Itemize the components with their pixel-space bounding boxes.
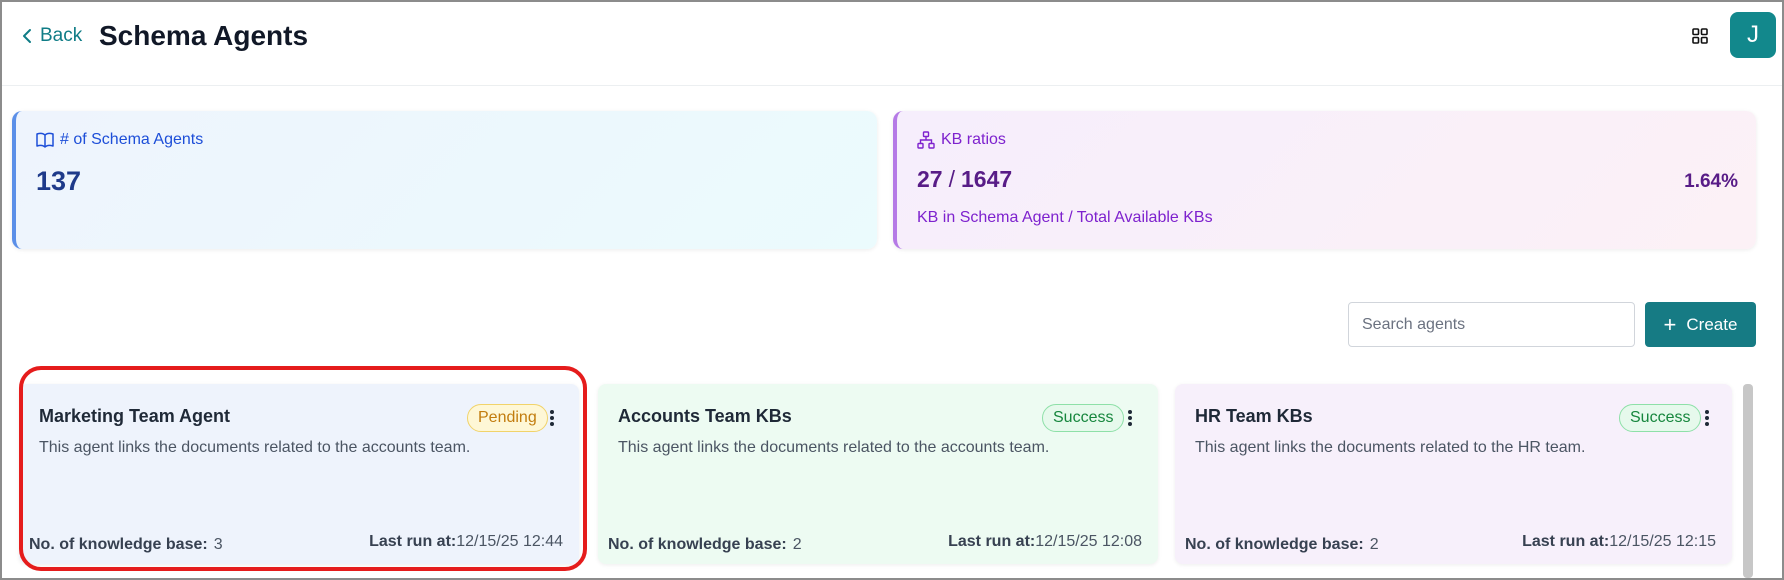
kebab-icon[interactable] [548,410,556,428]
page-title: Schema Agents [99,20,309,51]
agent-title: Marketing Team Agent [39,406,231,426]
kb-count-label: No. of knowledge base: [1185,536,1364,553]
agent-description: This agent links the documents related t… [618,439,1050,456]
agent-card[interactable]: HR Team KBs Success This agent links the… [1175,384,1732,564]
last-run-value: 12/15/25 12:08 [1035,533,1142,550]
agent-description: This agent links the documents related t… [1195,439,1586,456]
schema-agents-count: 137 [36,166,82,196]
kb-count-value: 2 [792,536,802,553]
schema-agents-stat-card: # of Schema Agents 137 [12,111,877,249]
schema-agents-stat-label: # of Schema Agents [36,131,203,149]
book-icon [36,132,54,148]
kb-label-text: KB ratios [941,131,1006,148]
create-label: Create [1686,314,1738,334]
back-button[interactable]: Back [22,25,82,47]
search-input[interactable] [1348,302,1635,347]
kb-count-label: No. of knowledge base: [608,536,787,553]
page-header: Back Schema Agents J [2,2,1782,86]
agent-card[interactable]: Marketing Team Agent Pending This agent … [19,384,579,564]
last-run: Last run at:12/15/25 12:08 [948,533,1142,551]
agents-label-text: # of Schema Agents [60,131,204,148]
kb-percent: 1.64% [1684,171,1738,192]
kebab-icon[interactable] [1703,410,1711,428]
kebab-icon[interactable] [1126,410,1134,428]
kb-count: No. of knowledge base: 2 [1185,536,1379,554]
kb-count: No. of knowledge base: 3 [29,536,223,554]
avatar[interactable]: J [1730,12,1776,58]
last-run-label: Last run at: [369,533,457,550]
kb-count-label: No. of knowledge base: [29,536,208,553]
hierarchy-icon [917,131,935,149]
grid-icon[interactable] [1692,28,1708,49]
last-run: Last run at:12/15/25 12:15 [1522,533,1716,551]
kb-caption: KB in Schema Agent / Total Available KBs [917,209,1213,226]
agent-title: Accounts Team KBs [618,406,792,426]
back-label: Back [40,25,83,46]
agent-title: HR Team KBs [1195,406,1313,426]
kb-ratio-value: 27/1647 [917,166,1012,193]
scrollbar[interactable] [1743,384,1753,578]
kb-count-value: 3 [213,536,223,553]
kb-numerator: 27 [917,166,943,192]
agent-description: This agent links the documents related t… [39,439,471,456]
last-run-label: Last run at: [1522,533,1610,550]
kb-count: No. of knowledge base: 2 [608,536,802,554]
last-run-label: Last run at: [948,533,1036,550]
last-run-value: 12/15/25 12:15 [1609,533,1716,550]
kb-denominator: 1647 [960,166,1013,192]
last-run: Last run at:12/15/25 12:44 [369,533,563,551]
agent-card[interactable]: Accounts Team KBs Success This agent lin… [598,384,1158,564]
status-badge: Success [1042,404,1125,432]
kb-ratio-stat-card: KB ratios 27/1647 1.64% KB in Schema Age… [893,111,1756,249]
kb-separator: / [948,166,955,192]
chevron-left-icon [23,29,31,43]
kb-count-value: 2 [1369,536,1379,553]
create-button[interactable]: + Create [1645,302,1756,347]
kb-ratio-label: KB ratios [917,131,1006,149]
last-run-value: 12/15/25 12:44 [456,533,563,550]
status-badge: Pending [467,404,548,432]
status-badge: Success [1619,404,1702,432]
plus-icon: + [1663,311,1677,337]
